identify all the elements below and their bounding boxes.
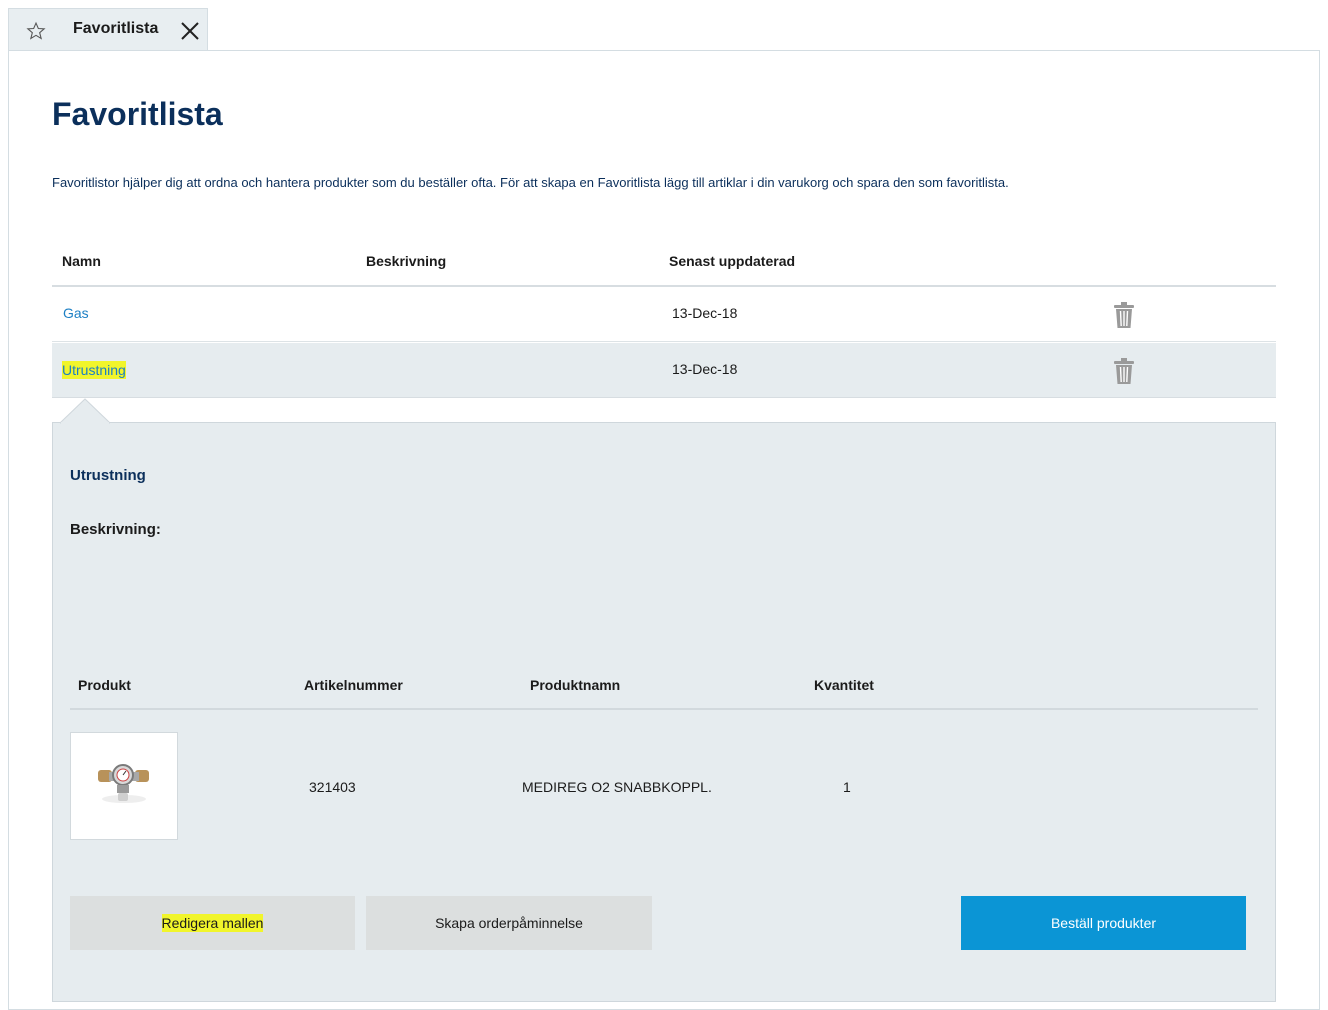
list-updated: 13-Dec-18	[672, 361, 738, 377]
order-products-button[interactable]: Beställ produkter	[961, 896, 1246, 950]
column-header-updated: Senast uppdaterad	[669, 253, 796, 269]
star-icon	[26, 21, 46, 40]
product-name: MEDIREG O2 SNABBKOPPL.	[522, 779, 712, 795]
detail-description-label: Beskrivning:	[70, 521, 161, 538]
regulator-icon	[98, 764, 149, 803]
column-header-product: Produkt	[78, 677, 131, 693]
list-updated: 13-Dec-18	[672, 305, 738, 321]
create-reminder-button[interactable]: Skapa orderpåminnelse	[366, 896, 652, 950]
edit-template-button[interactable]: Redigera mallen	[70, 896, 355, 950]
pointer-caret	[60, 398, 110, 424]
page-title: Favoritlista	[52, 96, 223, 132]
quantity: 1	[843, 779, 851, 795]
detail-header-divider	[70, 708, 1258, 710]
close-icon[interactable]	[179, 20, 201, 42]
article-number: 321403	[309, 779, 356, 795]
column-header-article-number: Artikelnummer	[304, 677, 403, 693]
edit-template-label: Redigera mallen	[161, 914, 264, 932]
detail-title: Utrustning	[70, 467, 146, 484]
column-header-name: Namn	[62, 253, 101, 269]
list-name-link[interactable]: Utrustning	[62, 361, 126, 379]
tab-title: Favoritlista	[73, 20, 159, 37]
trash-icon[interactable]	[1112, 357, 1136, 385]
intro-text: Favoritlistor hjälper dig att ordna och …	[52, 175, 1009, 190]
table-row-selected[interactable]: Utrustning 13-Dec-18	[52, 343, 1276, 398]
list-name-link[interactable]: Gas	[63, 305, 89, 321]
trash-icon[interactable]	[1112, 301, 1136, 329]
column-header-description: Beskrivning	[366, 253, 447, 269]
favorites-tab[interactable]: Favoritlista	[8, 8, 208, 51]
column-header-quantity: Kvantitet	[814, 677, 874, 693]
table-row[interactable]: Gas 13-Dec-18	[52, 287, 1276, 342]
column-header-product-name: Produktnamn	[530, 677, 621, 693]
product-image[interactable]	[70, 732, 178, 840]
